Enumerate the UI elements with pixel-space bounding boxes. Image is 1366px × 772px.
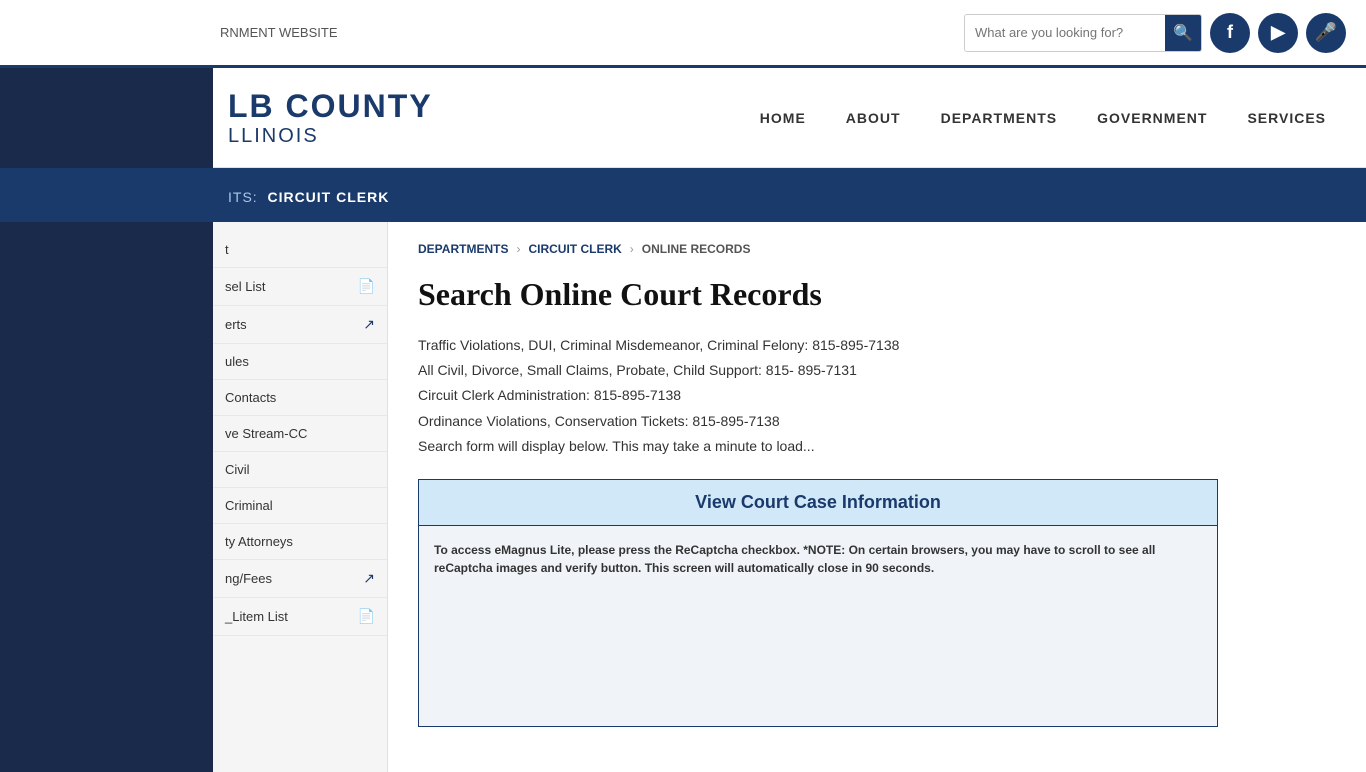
sidebar-item-7[interactable]: Criminal — [213, 488, 387, 524]
external-icon-2: ↗ — [363, 316, 375, 333]
pdf-icon-1: 📄 — [358, 278, 375, 295]
sidebar-item-4[interactable]: Contacts — [213, 380, 387, 416]
sidebar-item-text-2: erts — [225, 317, 363, 332]
info-line-3: Ordinance Violations, Conservation Ticke… — [418, 409, 1336, 434]
page-title: Search Online Court Records — [418, 276, 1336, 313]
logo-state: LLINOIS — [228, 125, 433, 148]
breadcrumb: DEPARTMENTS › CIRCUIT CLERK › ONLINE REC… — [418, 242, 1336, 256]
sidebar-item-text-7: Criminal — [225, 498, 375, 513]
pdf-icon-10: 📄 — [358, 608, 375, 625]
dept-banner-text: ITS: CIRCUIT CLERK — [228, 189, 389, 205]
top-bar-right: 🔍 f ▶ 🎤 — [964, 13, 1346, 53]
info-text: Traffic Violations, DUI, Criminal Misdem… — [418, 333, 1336, 459]
sidebar-item-8[interactable]: ty Attorneys — [213, 524, 387, 560]
sidebar-item-text-5: ve Stream-CC — [225, 426, 375, 441]
court-case-header: View Court Case Information — [419, 480, 1217, 526]
logo-county: LB COUNTY — [228, 88, 433, 125]
mic-button[interactable]: 🎤 — [1306, 13, 1346, 53]
sidebar-item-text-1: sel List — [225, 279, 358, 294]
nav-government[interactable]: GOVERNMENT — [1097, 110, 1207, 126]
youtube-button[interactable]: ▶ — [1258, 13, 1298, 53]
top-bar-left: RNMENT WEBSITE — [0, 25, 338, 40]
logo-area: LB COUNTY LLINOIS — [228, 88, 433, 148]
info-line-0: Traffic Violations, DUI, Criminal Misdem… — [418, 333, 1336, 358]
court-case-box: View Court Case Information To access eM… — [418, 479, 1218, 727]
info-line-4: Search form will display below. This may… — [418, 434, 1336, 459]
court-case-title: View Court Case Information — [695, 492, 941, 512]
search-container: 🔍 — [964, 14, 1202, 52]
sidebar-item-0[interactable]: t — [213, 232, 387, 268]
search-input[interactable] — [965, 15, 1165, 51]
sidebar-item-9[interactable]: ng/Fees ↗ — [213, 560, 387, 598]
nav-departments[interactable]: DEPARTMENTS — [941, 110, 1058, 126]
court-case-body: To access eMagnus Lite, please press the… — [419, 526, 1217, 726]
main-content: DEPARTMENTS › CIRCUIT CLERK › ONLINE REC… — [388, 222, 1366, 772]
sidebar-item-10[interactable]: _Litem List 📄 — [213, 598, 387, 636]
sidebar-item-1[interactable]: sel List 📄 — [213, 268, 387, 306]
info-line-1: All Civil, Divorce, Small Claims, Probat… — [418, 358, 1336, 383]
sidebar-item-text-0: t — [225, 242, 375, 257]
sidebar: t sel List 📄 erts ↗ ules Contacts ve Str… — [213, 222, 388, 772]
sidebar-item-text-3: ules — [225, 354, 375, 369]
sidebar-item-text-10: _Litem List — [225, 609, 358, 624]
top-bar: RNMENT WEBSITE 🔍 f ▶ 🎤 — [0, 0, 1366, 68]
sidebar-item-5[interactable]: ve Stream-CC — [213, 416, 387, 452]
breadcrumb-circuit-clerk[interactable]: CIRCUIT CLERK — [528, 242, 621, 256]
nav-home[interactable]: HOME — [760, 110, 806, 126]
nav-services[interactable]: SERVICES — [1247, 110, 1326, 126]
nav-about[interactable]: ABOUT — [846, 110, 901, 126]
court-case-note: To access eMagnus Lite, please press the… — [434, 541, 1202, 577]
sidebar-item-2[interactable]: erts ↗ — [213, 306, 387, 344]
info-line-2: Circuit Clerk Administration: 815-895-71… — [418, 383, 1336, 408]
header: LB COUNTY LLINOIS HOME ABOUT DEPARTMENTS… — [213, 68, 1366, 168]
govt-label: RNMENT WEBSITE — [220, 25, 338, 40]
external-icon-9: ↗ — [363, 570, 375, 587]
search-button[interactable]: 🔍 — [1165, 15, 1201, 51]
sidebar-item-text-8: ty Attorneys — [225, 534, 375, 549]
facebook-button[interactable]: f — [1210, 13, 1250, 53]
breadcrumb-current: ONLINE RECORDS — [642, 242, 751, 256]
sidebar-item-text-4: Contacts — [225, 390, 375, 405]
breadcrumb-sep-2: › — [630, 242, 634, 256]
breadcrumb-departments[interactable]: DEPARTMENTS — [418, 242, 508, 256]
sidebar-item-3[interactable]: ules — [213, 344, 387, 380]
left-dark-panel — [0, 222, 213, 772]
sidebar-item-text-6: Civil — [225, 462, 375, 477]
sidebar-item-6[interactable]: Civil — [213, 452, 387, 488]
sidebar-item-text-9: ng/Fees — [225, 571, 363, 586]
dept-banner: ITS: CIRCUIT CLERK — [213, 172, 1366, 222]
breadcrumb-sep-1: › — [516, 242, 520, 256]
main-nav: HOME ABOUT DEPARTMENTS GOVERNMENT SERVIC… — [760, 110, 1326, 126]
